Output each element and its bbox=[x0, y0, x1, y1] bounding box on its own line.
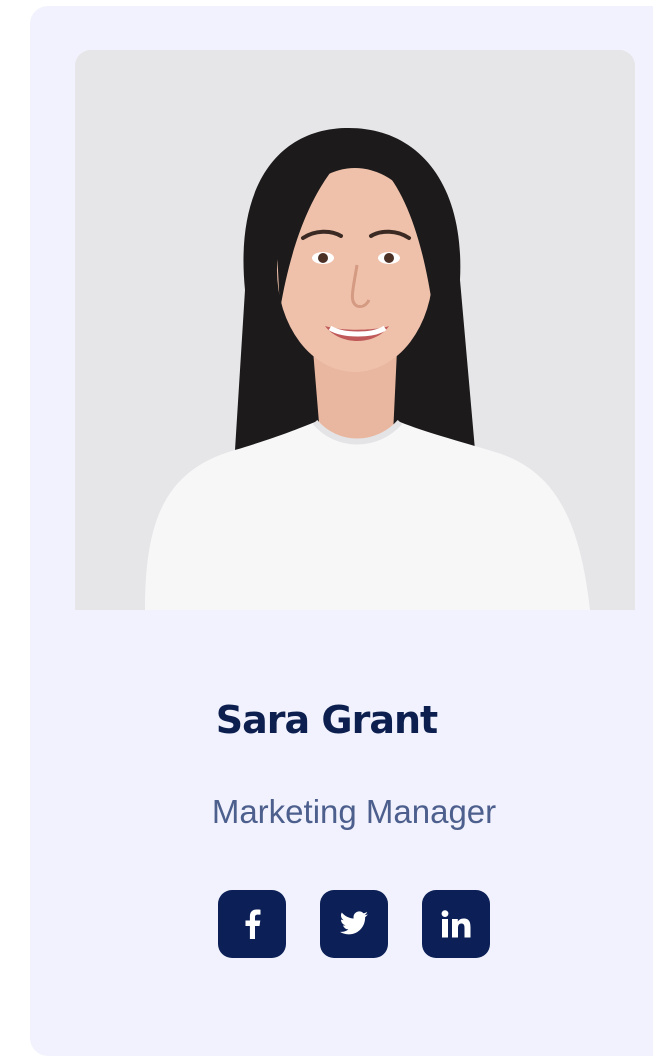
social-links bbox=[218, 890, 490, 958]
twitter-icon bbox=[339, 911, 368, 935]
linkedin-button[interactable] bbox=[422, 890, 490, 958]
facebook-icon bbox=[245, 909, 261, 939]
linkedin-icon bbox=[441, 910, 471, 938]
member-role: Marketing Manager bbox=[211, 793, 497, 830]
twitter-button[interactable] bbox=[320, 890, 388, 958]
profile-photo bbox=[75, 50, 635, 610]
facebook-button[interactable] bbox=[218, 890, 286, 958]
member-name: Sara Grant bbox=[215, 698, 438, 742]
